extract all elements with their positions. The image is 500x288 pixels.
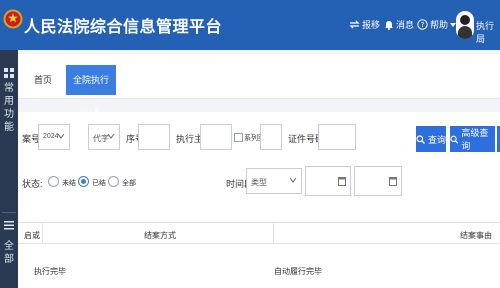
transfer-label: 报移 <box>362 20 381 30</box>
search-button[interactable]: 查询 <box>416 126 446 152</box>
type-value: 类型 <box>251 178 267 187</box>
status-option-all: 全部 <box>122 180 136 187</box>
status-radio-closed[interactable] <box>78 176 89 187</box>
table-cell-result: 执行完毕 <box>34 267 66 276</box>
start-date-input[interactable] <box>305 166 351 196</box>
subject-input[interactable] <box>200 124 232 150</box>
status-label: 状态: <box>22 179 43 189</box>
table-cell-method: 自动履行完毕 <box>274 267 322 276</box>
sidebar-item-common[interactable]: 常用功能 <box>3 82 15 134</box>
grid-icon <box>4 68 14 78</box>
status-option-closed: 已结 <box>92 180 106 187</box>
column-header-1: 启或 <box>24 231 40 240</box>
calendar-icon <box>338 177 346 186</box>
advanced-search-label: 高级查询 <box>461 128 489 151</box>
chevron-down-icon <box>289 177 297 183</box>
app-header: 人民法院综合信息管理平台 报移 消息 ? 帮助 执行局 <box>0 0 500 50</box>
transfer-icon <box>349 20 360 29</box>
table-row[interactable]: 执行完毕 自动履行完毕 <box>18 244 500 288</box>
type-select[interactable]: 类型 <box>246 168 302 194</box>
help-label: 帮助 <box>430 20 449 30</box>
column-header-2: 结案方式 <box>144 231 176 240</box>
tab-active[interactable]: 全院执行··· X <box>66 65 116 115</box>
sidebar: 常用功能 全部 <box>0 50 18 288</box>
tab-bar: 首页 全院执行··· X <box>18 54 500 115</box>
tab-home[interactable]: 首页 <box>30 65 56 95</box>
code-select[interactable]: 代字 <box>88 124 120 150</box>
series-input[interactable] <box>260 124 282 150</box>
messages-label: 消息 <box>396 20 415 30</box>
menu-icon <box>4 221 14 230</box>
avatar[interactable] <box>456 11 474 39</box>
help-button[interactable]: ? 帮助 <box>417 18 457 31</box>
chevron-down-icon <box>107 133 115 139</box>
court-emblem-icon <box>3 9 23 29</box>
search-label: 查询 <box>428 134 447 145</box>
year-select[interactable]: 2024 <box>38 124 70 150</box>
chevron-down-icon <box>57 133 65 139</box>
status-option-open: 未结 <box>62 180 76 187</box>
table-header: 启或 结案方式 结案事由 <box>18 222 500 245</box>
svg-text:?: ? <box>421 21 425 29</box>
app-title: 人民法院综合信息管理平台 <box>24 19 223 36</box>
column-header-3: 结案事由 <box>460 231 492 240</box>
cert-input[interactable] <box>318 124 356 150</box>
tab-active-label: 全院执行··· <box>72 75 109 115</box>
messages-button[interactable]: 消息 <box>384 18 414 31</box>
bell-icon <box>385 21 393 30</box>
column-divider <box>42 223 43 245</box>
sidebar-item-all[interactable]: 全部 <box>3 240 15 266</box>
end-date-input[interactable] <box>354 166 402 196</box>
series-checkbox[interactable] <box>234 133 243 142</box>
user-name[interactable]: 执行局 <box>476 19 500 45</box>
status-radio-all[interactable] <box>108 176 119 187</box>
column-divider <box>273 223 274 245</box>
status-radio-open[interactable] <box>48 176 59 187</box>
search-icon <box>450 135 459 144</box>
seq-input[interactable] <box>138 124 170 150</box>
advanced-search-button[interactable]: 高级查询 <box>450 126 495 152</box>
help-icon: ? <box>417 19 428 30</box>
search-icon <box>416 134 425 144</box>
calendar-icon <box>389 177 397 186</box>
sidebar-divider <box>2 212 16 213</box>
transfer-button[interactable]: 报移 <box>349 18 380 31</box>
